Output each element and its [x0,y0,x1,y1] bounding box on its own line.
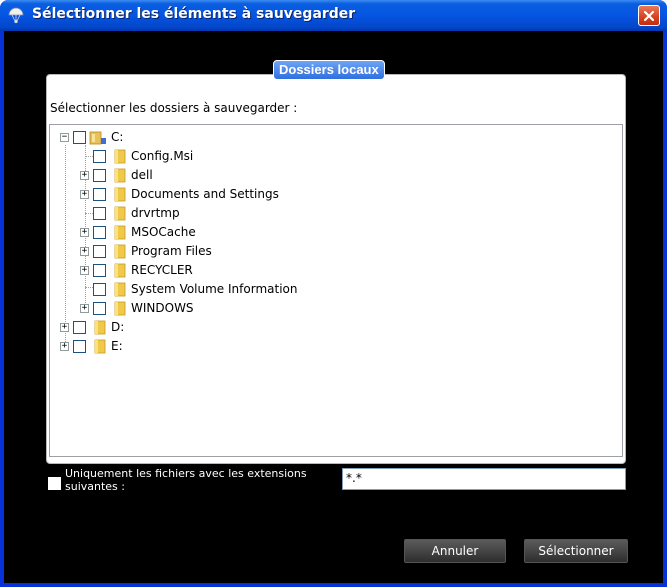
tree-node-folder[interactable]: + WINDOWS [80,299,194,317]
tree-node-label: D: [111,320,125,334]
tree-node-label: RECYCLER [131,263,193,277]
tree-node-folder[interactable]: System Volume Information [80,280,297,298]
folder-icon [114,301,126,315]
dialog-window: Sélectionner les éléments à sauvegarder … [0,0,667,587]
tree-node-label: MSOCache [131,225,196,239]
tree-node-folder[interactable]: + dell [80,166,153,184]
collapse-toggle[interactable]: − [60,132,69,142]
tree-checkbox[interactable] [93,244,106,258]
cancel-button[interactable]: Annuler [404,539,506,563]
expand-toggle[interactable]: + [80,227,89,237]
extension-filter-checkbox[interactable] [48,477,61,490]
tree-node-folder[interactable]: + MSOCache [80,223,196,241]
tree-node-label: dell [131,168,153,182]
extension-filter-label: Uniquement les fichiers avec les extensi… [65,467,307,493]
tree-node-c-drive[interactable]: − C: [60,128,123,146]
folder-tree[interactable]: − C: Config.Msi + dell + Documents and S… [49,124,623,457]
tree-checkbox[interactable] [73,320,86,334]
tree-node-label: Program Files [131,244,212,258]
tree-node-folder[interactable]: Config.Msi [80,147,193,165]
group-title: Dossiers locaux [273,60,385,80]
folder-selection-prompt: Sélectionner les dossiers à sauvegarder … [50,101,298,115]
folder-icon [114,187,126,201]
drive-icon [94,339,106,353]
folder-icon [114,206,126,220]
tree-checkbox[interactable] [93,263,106,277]
tree-node-label: WINDOWS [131,301,194,315]
tree-checkbox[interactable] [93,282,106,296]
tree-checkbox[interactable] [93,149,106,163]
tree-node-label: Config.Msi [131,149,194,163]
expand-toggle[interactable]: + [80,189,89,199]
folder-icon [114,225,126,239]
expand-toggle[interactable]: + [60,322,69,332]
tree-checkbox[interactable] [93,206,106,220]
tree-node-folder[interactable]: + Documents and Settings [80,185,279,203]
tree-node-label: drvrtmp [131,206,180,220]
expand-toggle[interactable]: + [80,170,89,180]
close-icon [643,10,655,21]
folder-icon [114,244,126,258]
tree-node-folder[interactable]: drvrtmp [80,204,180,222]
folder-icon [114,282,126,296]
tree-node-folder[interactable]: + Program Files [80,242,212,260]
expand-toggle[interactable]: + [80,303,89,313]
folder-icon [114,263,126,277]
tree-node-label: Documents and Settings [131,187,279,201]
tree-node-label: E: [111,339,123,353]
window-title: Sélectionner les éléments à sauvegarder [32,6,356,22]
tree-node-d-drive[interactable]: + D: [60,318,124,336]
expand-toggle[interactable]: + [60,341,69,351]
tree-node-e-drive[interactable]: + E: [60,337,123,355]
tree-checkbox[interactable] [73,339,86,353]
tree-checkbox[interactable] [93,168,106,182]
expand-toggle[interactable]: + [80,246,89,256]
tree-node-folder[interactable]: + RECYCLER [80,261,193,279]
tree-checkbox[interactable] [73,130,86,144]
tree-checkbox[interactable] [93,301,106,315]
folder-icon [114,168,126,182]
close-button[interactable] [638,5,660,26]
extensions-input[interactable]: *.* [342,468,626,490]
tree-node-label: C: [111,130,124,144]
folder-icon [114,149,126,163]
tree-checkbox[interactable] [93,187,106,201]
drive-icon [89,131,106,144]
expand-toggle[interactable]: + [80,265,89,275]
tree-checkbox[interactable] [93,225,106,239]
select-button[interactable]: Sélectionner [524,539,628,563]
title-bar[interactable]: Sélectionner les éléments à sauvegarder [0,0,667,31]
tree-node-label: System Volume Information [131,282,298,296]
parachute-icon [8,7,24,24]
drive-icon [94,320,106,334]
